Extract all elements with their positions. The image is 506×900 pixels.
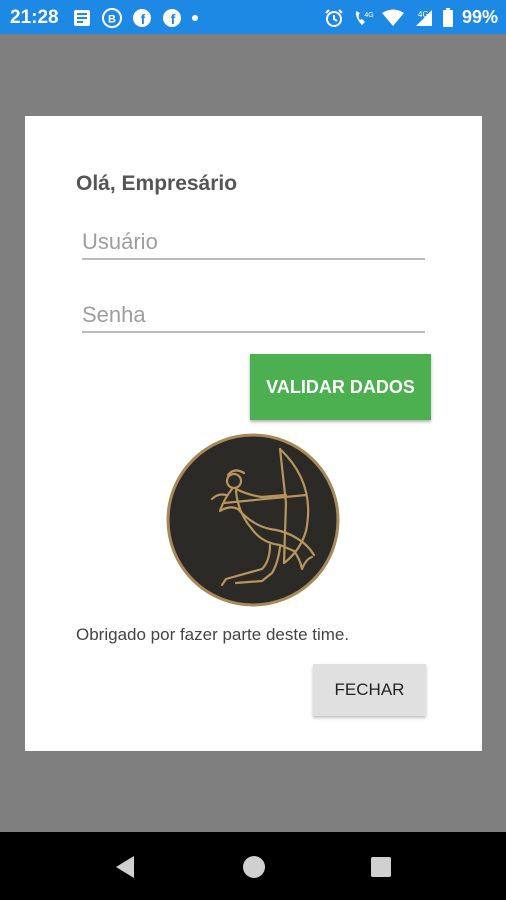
svg-text:f: f [171,11,176,27]
volte-call-icon: 4G [355,10,374,25]
status-bar: 21:28 B f f 4G 4G 99% [0,0,506,34]
close-button[interactable]: FECHAR [313,664,426,716]
username-input[interactable] [82,226,425,258]
lte-4g-signal-icon: 4G [415,9,432,26]
battery-icon [442,7,453,27]
greeting-title: Olá, Empresário [76,172,238,195]
b-icon: B [102,8,122,28]
facebook-icon: f [163,9,181,27]
thanks-message: Obrigado por fazer parte deste time. [76,625,350,644]
wifi-icon [381,9,404,26]
svg-text:B: B [108,14,116,26]
login-dialog: Olá, Empresário VALIDAR DADOS [25,116,482,751]
password-field[interactable] [82,299,425,333]
home-icon[interactable] [239,852,269,882]
back-icon[interactable] [110,852,140,882]
svg-text:f: f [141,11,146,27]
notification-icons: B f f [72,8,198,28]
svg-text:4G: 4G [418,10,429,19]
facebook-icon: f [133,9,151,27]
system-icons: 4G 4G 99% [324,7,498,28]
battery-level: 99% [461,7,498,27]
svg-text:4G: 4G [364,12,373,19]
navigation-bar [0,832,506,900]
news-icon [74,10,90,26]
validate-button[interactable]: VALIDAR DADOS [250,354,431,420]
recents-icon[interactable] [366,852,396,882]
status-time: 21:28 [10,7,59,28]
archer-logo-icon [166,433,340,607]
alarm-icon [325,8,343,27]
password-input[interactable] [82,299,425,331]
username-field[interactable] [82,226,425,260]
more-notifications-dot-icon [192,15,198,21]
